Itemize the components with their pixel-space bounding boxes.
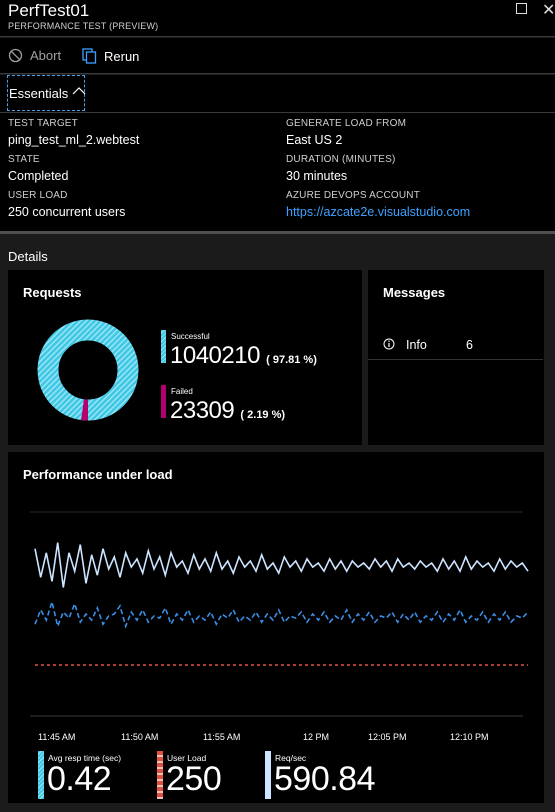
state-label: STATE <box>8 154 40 165</box>
section-divider <box>0 231 555 234</box>
abort-icon <box>8 48 23 63</box>
x-tick-label: 11:50 AM <box>121 732 159 742</box>
abort-label: Abort <box>30 48 62 63</box>
test-target-value: ping_test_ml_2.webtest <box>8 133 140 147</box>
req-sec-value: 590.84 <box>274 760 376 798</box>
info-count: 6 <box>466 338 473 352</box>
state-value: Completed <box>8 169 69 183</box>
command-bar: Abort Rerun <box>0 38 555 74</box>
user-load-swatch <box>157 751 163 799</box>
successful-percent: ( 97.81 %) <box>266 354 317 366</box>
chevron-up-icon <box>72 87 86 95</box>
successful-value: 1040210 <box>170 342 260 369</box>
messages-info-row[interactable]: Info 6 <box>368 330 543 360</box>
devops-account-link[interactable]: https://azcate2e.visualstudio.com <box>286 205 470 219</box>
rerun-label: Rerun <box>104 48 140 64</box>
successful-label: Successful <box>171 332 210 341</box>
info-icon <box>383 338 395 350</box>
x-tick-label: 12:05 PM <box>368 732 407 742</box>
devops-label: AZURE DEVOPS ACCOUNT <box>286 190 421 201</box>
avg-resp-value: 0.42 <box>47 760 112 798</box>
failed-value: 23309 <box>170 397 235 424</box>
page-subtitle: PERFORMANCE TEST (PREVIEW) <box>8 21 159 31</box>
essentials-bar: Essentials <box>0 75 555 113</box>
essentials-label: Essentials <box>9 86 69 101</box>
generate-load-label: GENERATE LOAD FROM <box>286 118 407 129</box>
details-heading: Details <box>8 249 48 264</box>
blade-header: PerfTest01 PERFORMANCE TEST (PREVIEW) ✕ <box>0 0 555 37</box>
req-sec-series-line <box>34 542 529 588</box>
user-load-metric-value: 250 <box>166 760 222 798</box>
failed-percent: ( 2.19 %) <box>240 409 286 421</box>
messages-title: Messages <box>383 285 446 300</box>
essentials-panel: TEST TARGET ping_test_ml_2.webtest STATE… <box>0 113 555 231</box>
info-label: Info <box>406 338 427 352</box>
user-load-value: 250 concurrent users <box>8 205 126 219</box>
performance-tile[interactable]: Performance under load 11:45 AM 11:50 AM… <box>8 452 544 803</box>
req-sec-swatch <box>265 751 271 799</box>
abort-button[interactable]: Abort <box>8 48 61 63</box>
failed-count: 23309 ( 2.19 %) <box>170 397 285 425</box>
generate-load-value: East US 2 <box>286 133 343 147</box>
messages-tile[interactable]: Messages Info 6 <box>368 270 544 445</box>
requests-donut-chart <box>37 319 139 421</box>
page-title: PerfTest01 <box>8 1 90 20</box>
rerun-button[interactable]: Rerun <box>82 48 139 64</box>
donut-successful-slice <box>37 319 139 421</box>
requests-tile[interactable]: Requests Successful 1040210 ( 97.81 %) F… <box>8 270 362 445</box>
successful-legend-swatch <box>161 330 166 363</box>
x-tick-label: 11:55 AM <box>203 732 241 742</box>
successful-count: 1040210 ( 97.81 %) <box>170 342 317 370</box>
x-tick-label: 12:10 PM <box>450 732 489 742</box>
x-tick-label: 11:45 AM <box>38 732 76 742</box>
avg-resp-swatch <box>38 751 44 799</box>
avg-resp-series-line <box>34 598 529 629</box>
requests-title: Requests <box>23 285 82 300</box>
duration-label: DURATION (MINUTES) <box>286 154 396 165</box>
copy-icon <box>82 48 97 64</box>
failed-label: Failed <box>171 387 193 396</box>
maximize-icon[interactable] <box>516 3 527 14</box>
performance-line-chart <box>30 511 529 717</box>
essentials-toggle[interactable]: Essentials <box>7 75 86 111</box>
duration-value: 30 minutes <box>286 169 348 183</box>
x-tick-label: 12 PM <box>303 732 330 742</box>
failed-legend-swatch <box>161 385 166 418</box>
close-icon[interactable]: ✕ <box>542 0 555 20</box>
user-load-label: USER LOAD <box>8 190 68 201</box>
test-target-label: TEST TARGET <box>8 118 78 129</box>
